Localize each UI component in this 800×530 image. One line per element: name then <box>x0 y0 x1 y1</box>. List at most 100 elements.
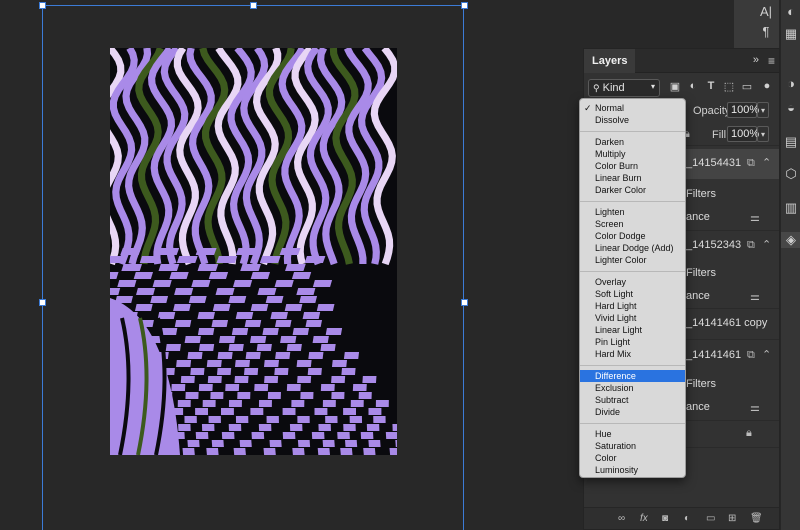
art-check <box>110 288 121 295</box>
art-check <box>337 432 350 439</box>
art-check <box>269 440 282 447</box>
shape-filter-icon[interactable]: ⬚ <box>722 80 736 94</box>
chevron-up-icon[interactable]: ⌃ <box>762 348 771 361</box>
blend-mode-option-linear-dodge-add[interactable]: Linear Dodge (Add) <box>580 242 685 254</box>
paths-panel-icon[interactable]: ⬡ <box>781 166 800 182</box>
art-check <box>343 408 356 415</box>
chevron-up-icon[interactable]: ⌃ <box>762 238 771 251</box>
blend-mode-option-saturation[interactable]: Saturation <box>580 440 685 452</box>
art-check <box>180 376 195 383</box>
layers-panel-icon[interactable]: ◈ <box>781 232 800 248</box>
blend-mode-option-hard-mix[interactable]: Hard Mix <box>580 348 685 360</box>
blend-mode-option-color[interactable]: Color <box>580 452 685 464</box>
filter-options-icon[interactable]: ⚌ <box>750 290 760 303</box>
document-canvas[interactable] <box>0 0 580 530</box>
adjustment-icon[interactable]: ◐ <box>684 513 690 524</box>
art-check <box>152 280 172 287</box>
smart-filters-label: Filters <box>686 188 716 200</box>
properties-panel-icon[interactable]: ◒ <box>781 100 800 115</box>
blend-mode-option-vivid-light[interactable]: Vivid Light <box>580 312 685 324</box>
blend-mode-option-overlay[interactable]: Overlay <box>580 276 685 288</box>
blend-mode-option-color-dodge[interactable]: Color Dodge <box>580 230 685 242</box>
filter-kind-select[interactable]: ⚲ Kind ▾ <box>588 79 660 97</box>
blend-mode-option-hue[interactable]: Hue <box>580 428 685 440</box>
art-check <box>296 288 316 295</box>
blend-mode-option-pin-light[interactable]: Pin Light <box>580 336 685 348</box>
layers-panel-header: Layers » ≡ <box>584 49 779 73</box>
panel-menu-icon[interactable]: ≡ <box>768 54 775 68</box>
blend-mode-option-linear-burn[interactable]: Linear Burn <box>580 172 685 184</box>
adjustment-filter-icon[interactable]: ◐ <box>686 80 700 94</box>
art-check <box>270 312 288 319</box>
channels-panel-icon[interactable]: ▥ <box>781 200 800 216</box>
filter-effect-label: ance <box>686 211 710 223</box>
art-check <box>208 416 221 423</box>
art-check <box>368 440 381 447</box>
art-check <box>274 280 294 287</box>
blend-mode-option-normal[interactable]: ✓ Normal <box>580 102 685 114</box>
transform-handle-middle-left[interactable] <box>39 299 46 306</box>
filter-kind-label: Kind <box>602 82 625 94</box>
art-check <box>305 320 323 327</box>
blend-mode-option-divide[interactable]: Divide <box>580 406 685 418</box>
paragraph-panel-icon[interactable]: ¶ <box>756 24 776 39</box>
art-check <box>257 288 277 295</box>
blend-mode-option-lighter-color[interactable]: Lighter Color <box>580 254 685 266</box>
transform-handle-top-center[interactable] <box>250 2 257 9</box>
transform-handle-top-right[interactable] <box>461 2 468 9</box>
blend-mode-label: Color Dodge <box>595 231 646 241</box>
blend-mode-option-exclusion[interactable]: Exclusion <box>580 382 685 394</box>
layers-tab[interactable]: Layers <box>584 49 636 73</box>
fill-dropdown-icon[interactable]: ▾ <box>757 126 769 142</box>
blend-mode-option-screen[interactable]: Screen <box>580 218 685 230</box>
swatches-panel-icon[interactable]: ▦ <box>781 26 800 42</box>
art-check <box>239 440 252 447</box>
fx-icon[interactable]: fx <box>640 513 648 524</box>
blend-mode-label: Hard Light <box>595 301 637 311</box>
blend-mode-option-darken[interactable]: Darken <box>580 136 685 148</box>
blend-mode-option-luminosity[interactable]: Luminosity <box>580 464 685 476</box>
art-check <box>262 328 279 335</box>
image-filter-icon[interactable]: ▣ <box>668 80 682 94</box>
blend-mode-label: Normal <box>595 103 625 113</box>
art-check <box>251 432 265 439</box>
transform-handle-middle-right[interactable] <box>461 299 468 306</box>
art-check <box>195 432 209 439</box>
color-panel-icon[interactable]: ◐ <box>781 4 800 19</box>
art-stripe <box>110 48 125 266</box>
blend-mode-label: Soft Light <box>595 289 634 299</box>
art-check <box>264 376 279 383</box>
trash-icon[interactable]: 🗑︎ <box>750 513 763 524</box>
art-check <box>320 344 336 351</box>
blend-mode-option-darker-color[interactable]: Darker Color <box>580 184 685 196</box>
opacity-field[interactable]: 100% <box>727 102 759 118</box>
blend-mode-option-multiply[interactable]: Multiply <box>580 148 685 160</box>
filter-options-icon[interactable]: ⚌ <box>750 401 760 414</box>
libraries-panel-icon[interactable]: ▤ <box>781 134 800 150</box>
blend-mode-option-lighten[interactable]: Lighten <box>580 206 685 218</box>
smart-object-filter-icon[interactable]: ▭ <box>740 80 754 94</box>
art-check <box>302 312 321 319</box>
filter-options-icon[interactable]: ⚌ <box>750 211 760 224</box>
new-layer-icon[interactable]: ⊞ <box>728 513 736 524</box>
mask-icon[interactable]: ◙ <box>662 513 668 524</box>
opacity-dropdown-icon[interactable]: ▾ <box>757 102 769 118</box>
blend-mode-option-hard-light[interactable]: Hard Light <box>580 300 685 312</box>
blend-mode-option-soft-light[interactable]: Soft Light <box>580 288 685 300</box>
adjustments-panel-icon[interactable]: ◑ <box>781 76 800 91</box>
art-check <box>228 400 242 407</box>
link-icon[interactable]: ∞ <box>618 513 625 524</box>
collapse-panel-button[interactable]: » <box>753 54 759 66</box>
chevron-up-icon[interactable]: ⌃ <box>762 156 771 169</box>
blend-mode-option-linear-light[interactable]: Linear Light <box>580 324 685 336</box>
transform-handle-top-left[interactable] <box>39 2 46 9</box>
type-filter-icon[interactable]: T <box>704 80 718 94</box>
blend-mode-option-difference[interactable]: Difference <box>580 370 685 382</box>
group-icon[interactable]: ▭ <box>706 513 715 524</box>
blend-mode-option-dissolve[interactable]: Dissolve <box>580 114 685 126</box>
character-panel-icon[interactable]: A| <box>756 4 776 19</box>
toggle-filter-icon[interactable]: ● <box>760 80 774 94</box>
fill-field[interactable]: 100% <box>727 126 759 142</box>
blend-mode-option-subtract[interactable]: Subtract <box>580 394 685 406</box>
blend-mode-option-color-burn[interactable]: Color Burn <box>580 160 685 172</box>
